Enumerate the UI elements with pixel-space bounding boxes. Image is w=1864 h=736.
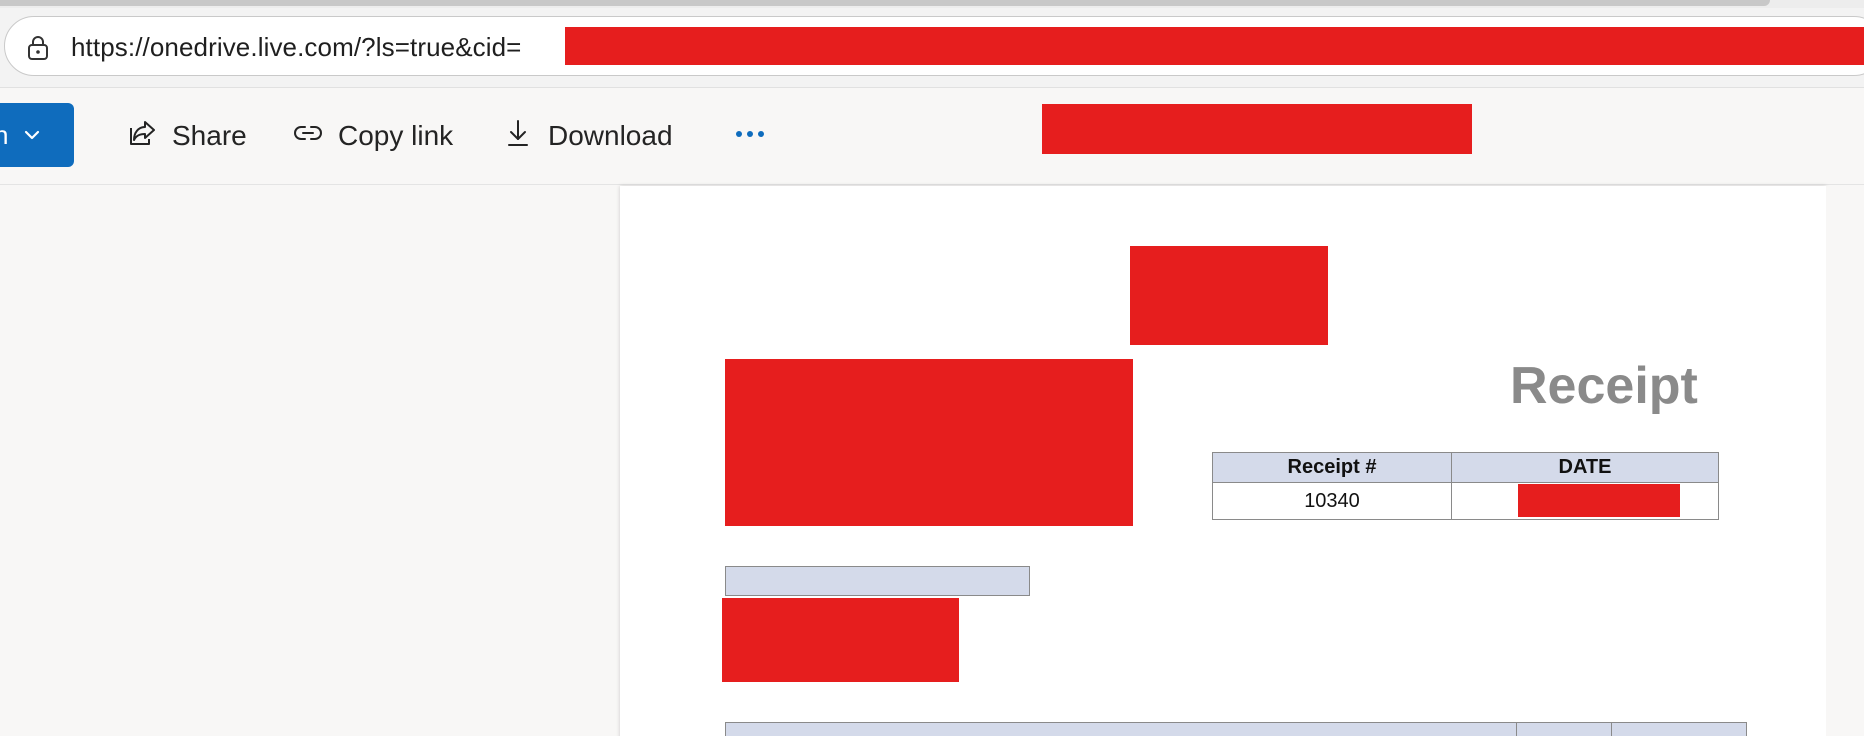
- document-title: Receipt: [1510, 357, 1698, 415]
- url-omnibox[interactable]: https://onedrive.live.com/?ls=true&cid=: [4, 16, 1864, 76]
- receipt-number-header: Receipt #: [1212, 452, 1452, 483]
- redacted-url-segment: [565, 27, 1864, 65]
- download-label: Download: [548, 120, 673, 151]
- download-icon: [502, 117, 534, 156]
- open-button[interactable]: n: [0, 103, 74, 167]
- copy-link-label: Copy link: [338, 120, 454, 151]
- document-page: Receipt Receipt # DATE 10340: [620, 186, 1826, 736]
- share-icon: [126, 117, 158, 156]
- redacted-logo: [1130, 246, 1328, 345]
- open-button-label: n: [0, 120, 9, 150]
- bill-to-header: [725, 566, 1030, 596]
- link-icon: [292, 117, 324, 156]
- receipt-number-value: 10340: [1212, 482, 1452, 520]
- url-text[interactable]: https://onedrive.live.com/?ls=true&cid=: [71, 32, 521, 63]
- tab-strip: [0, 0, 1864, 8]
- more-dot-icon: [758, 131, 764, 137]
- right-gutter: [1826, 186, 1864, 736]
- download-button[interactable]: Download: [502, 109, 673, 163]
- redacted-bill-to: [722, 598, 959, 682]
- redacted-date: [1518, 484, 1680, 517]
- share-button[interactable]: Share: [126, 109, 247, 163]
- more-dot-icon: [736, 131, 742, 137]
- redacted-company-info: [725, 359, 1133, 526]
- receipt-meta-table: Receipt # DATE 10340: [1212, 452, 1719, 520]
- command-bar: n Share Copy link Download: [0, 89, 1864, 185]
- column-divider: [1611, 723, 1612, 736]
- address-bar-area: https://onedrive.live.com/?ls=true&cid=: [0, 0, 1864, 88]
- items-table-header: [725, 722, 1747, 736]
- date-header: DATE: [1451, 452, 1719, 483]
- more-options-button[interactable]: [730, 119, 770, 149]
- tab-strip-scroll[interactable]: [0, 0, 1770, 6]
- lock-icon[interactable]: [23, 33, 53, 63]
- date-value-cell: [1451, 482, 1719, 520]
- more-dot-icon: [747, 131, 753, 137]
- redacted-file-name: [1042, 104, 1472, 154]
- chevron-down-icon: [22, 125, 42, 145]
- column-divider: [1516, 723, 1517, 736]
- share-label: Share: [172, 120, 247, 151]
- copy-link-button[interactable]: Copy link: [292, 109, 453, 163]
